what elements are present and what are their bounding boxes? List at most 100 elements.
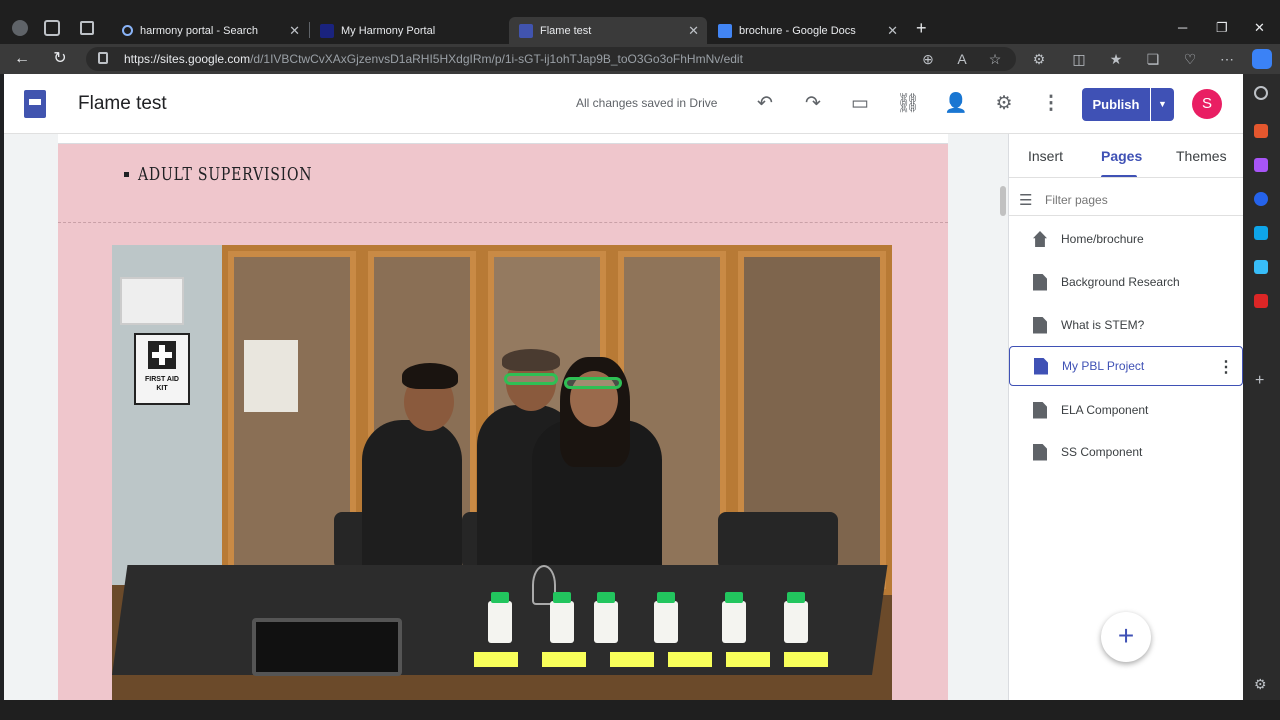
sticky-note: [726, 652, 770, 667]
publish-button[interactable]: Publish: [1082, 88, 1150, 121]
workspaces-icon[interactable]: [44, 20, 60, 36]
page-item-background-research[interactable]: Background Research: [1009, 262, 1243, 302]
add-page-button[interactable]: +: [1101, 612, 1151, 662]
app-header: Flame test All changes saved in Drive ↶ …: [4, 74, 1243, 134]
url-path: /d/1IVBCtwCvXAxGjzenvsD1aRHI5HXdgIRm/p/1…: [250, 52, 743, 66]
tab-themes[interactable]: Themes: [1176, 148, 1227, 164]
sidebar-search-icon[interactable]: [1254, 86, 1268, 100]
page-icon: [1033, 443, 1047, 461]
site-title[interactable]: Flame test: [78, 93, 167, 115]
tab-search[interactable]: harmony portal - Search ✕: [112, 17, 308, 44]
chemical-bottle: [594, 592, 618, 643]
page-icon: [1033, 273, 1047, 291]
lock-icon[interactable]: [98, 52, 108, 64]
avatar[interactable]: S: [1192, 89, 1222, 119]
editor-canvas: ADULT SUPERVISION FIRST AID KIT: [4, 134, 1008, 700]
share-add-person-icon[interactable]: 👤: [944, 92, 968, 116]
right-panel: Insert Pages Themes ☰ Home/brochure Back…: [1008, 134, 1243, 700]
page-item-label: Background Research: [1061, 275, 1180, 289]
sidebar-netflix-icon[interactable]: [1254, 294, 1268, 308]
favorite-star-icon[interactable]: ☆: [986, 50, 1004, 68]
preview-devices-icon[interactable]: ▭: [848, 92, 872, 116]
lab-photo[interactable]: FIRST AID KIT: [112, 245, 892, 700]
chemical-bottle: [722, 592, 746, 643]
sidebar-games-icon[interactable]: [1254, 158, 1268, 172]
page-item-what-is-stem[interactable]: What is STEM?: [1009, 305, 1243, 345]
tab-insert[interactable]: Insert: [1028, 148, 1063, 164]
tab-label: Flame test: [540, 24, 592, 37]
page-item-my-pbl-project[interactable]: My PBL Project ⋮: [1009, 346, 1243, 386]
redo-icon[interactable]: ↷: [801, 92, 825, 116]
posted-paper: [244, 340, 298, 412]
page-section[interactable]: ADULT SUPERVISION FIRST AID KIT: [58, 144, 948, 700]
maximize-icon[interactable]: ❐: [1216, 20, 1228, 36]
close-icon[interactable]: ✕: [688, 23, 699, 39]
student-1: [362, 420, 462, 570]
extensions-icon[interactable]: ⚙: [1030, 50, 1048, 68]
student-3-goggles: [564, 377, 622, 389]
taskbar-strip: [0, 700, 1280, 720]
first-aid-kit-sign: FIRST AID KIT: [134, 333, 190, 405]
canvas-scrollbar[interactable]: [1000, 186, 1006, 216]
new-tab-icon[interactable]: +: [916, 18, 927, 39]
tab-brochure-docs[interactable]: brochure - Google Docs ✕: [708, 17, 906, 44]
tab-actions-icon[interactable]: [80, 21, 94, 35]
sidebar-add-icon[interactable]: +: [1255, 372, 1264, 390]
favorites-icon[interactable]: ★: [1107, 50, 1125, 68]
section-divider: [58, 222, 948, 223]
close-icon[interactable]: ✕: [887, 23, 898, 39]
ruler: [58, 134, 948, 144]
more-vert-icon[interactable]: ⋮: [1218, 357, 1234, 377]
google-sites-logo-icon[interactable]: [24, 90, 46, 118]
page-icon: [1034, 357, 1048, 375]
page-item-label: My PBL Project: [1062, 359, 1145, 373]
back-icon[interactable]: ←: [12, 49, 32, 69]
google-sites-icon: [519, 23, 533, 38]
sidebar-outlook-icon[interactable]: [1254, 226, 1268, 240]
page-item-ela-component[interactable]: ELA Component: [1009, 390, 1243, 430]
minimize-icon[interactable]: ─: [1178, 20, 1187, 35]
link-icon[interactable]: ⛓: [896, 92, 920, 116]
chemical-bottle: [488, 592, 512, 643]
tab-label: harmony portal - Search: [140, 24, 258, 37]
chemical-bottle: [784, 592, 808, 643]
url-text[interactable]: https://sites.google.com/d/1IVBCtwCvXAxG…: [124, 52, 743, 66]
sites-editor: Flame test All changes saved in Drive ↶ …: [4, 74, 1243, 700]
collections-icon[interactable]: ❏: [1144, 50, 1162, 68]
bullet-list-item[interactable]: ADULT SUPERVISION: [124, 164, 362, 185]
sticky-note: [474, 652, 518, 667]
photo-chair: [718, 512, 838, 570]
tabs-divider: [1009, 177, 1243, 178]
refresh-icon[interactable]: ↻: [50, 49, 70, 69]
zoom-icon[interactable]: ⊕: [919, 50, 937, 68]
save-status: All changes saved in Drive: [576, 96, 718, 110]
read-aloud-icon[interactable]: A: [953, 50, 971, 68]
search-icon: [122, 25, 133, 36]
sidebar-tools-icon[interactable]: [1254, 124, 1268, 138]
sidebar-settings-icon[interactable]: ⚙: [1254, 676, 1267, 693]
publish-dropdown-chevron-icon[interactable]: ▼: [1151, 88, 1174, 121]
tab-pages[interactable]: Pages: [1101, 148, 1142, 164]
page-icon: [1033, 401, 1047, 419]
page-item-ss-component[interactable]: SS Component: [1009, 432, 1243, 472]
close-icon[interactable]: ✕: [289, 23, 300, 39]
window-close-icon[interactable]: ✕: [1254, 20, 1265, 36]
split-screen-icon[interactable]: ◫: [1070, 50, 1088, 68]
page-item-home[interactable]: Home/brochure: [1009, 219, 1243, 259]
sidebar-copilot-icon[interactable]: [1254, 192, 1268, 206]
browser-essentials-icon[interactable]: ♡: [1181, 50, 1199, 68]
filter-list-icon[interactable]: ☰: [1019, 191, 1032, 209]
page-icon: [1033, 316, 1047, 334]
tab-flame-test[interactable]: Flame test ✕: [509, 17, 707, 44]
more-vert-icon[interactable]: ⋮: [1039, 92, 1063, 116]
filter-pages-input[interactable]: [1045, 189, 1225, 211]
sidebar-telegram-icon[interactable]: [1254, 260, 1268, 274]
profile-icon[interactable]: [12, 20, 28, 36]
sticky-note: [668, 652, 712, 667]
settings-gear-icon[interactable]: ⚙: [992, 92, 1016, 116]
portal-icon: [320, 23, 334, 38]
tab-harmony-portal[interactable]: My Harmony Portal: [310, 17, 508, 44]
copilot-icon[interactable]: [1252, 49, 1272, 69]
more-options-icon[interactable]: ⋯: [1218, 50, 1236, 68]
undo-icon[interactable]: ↶: [753, 92, 777, 116]
